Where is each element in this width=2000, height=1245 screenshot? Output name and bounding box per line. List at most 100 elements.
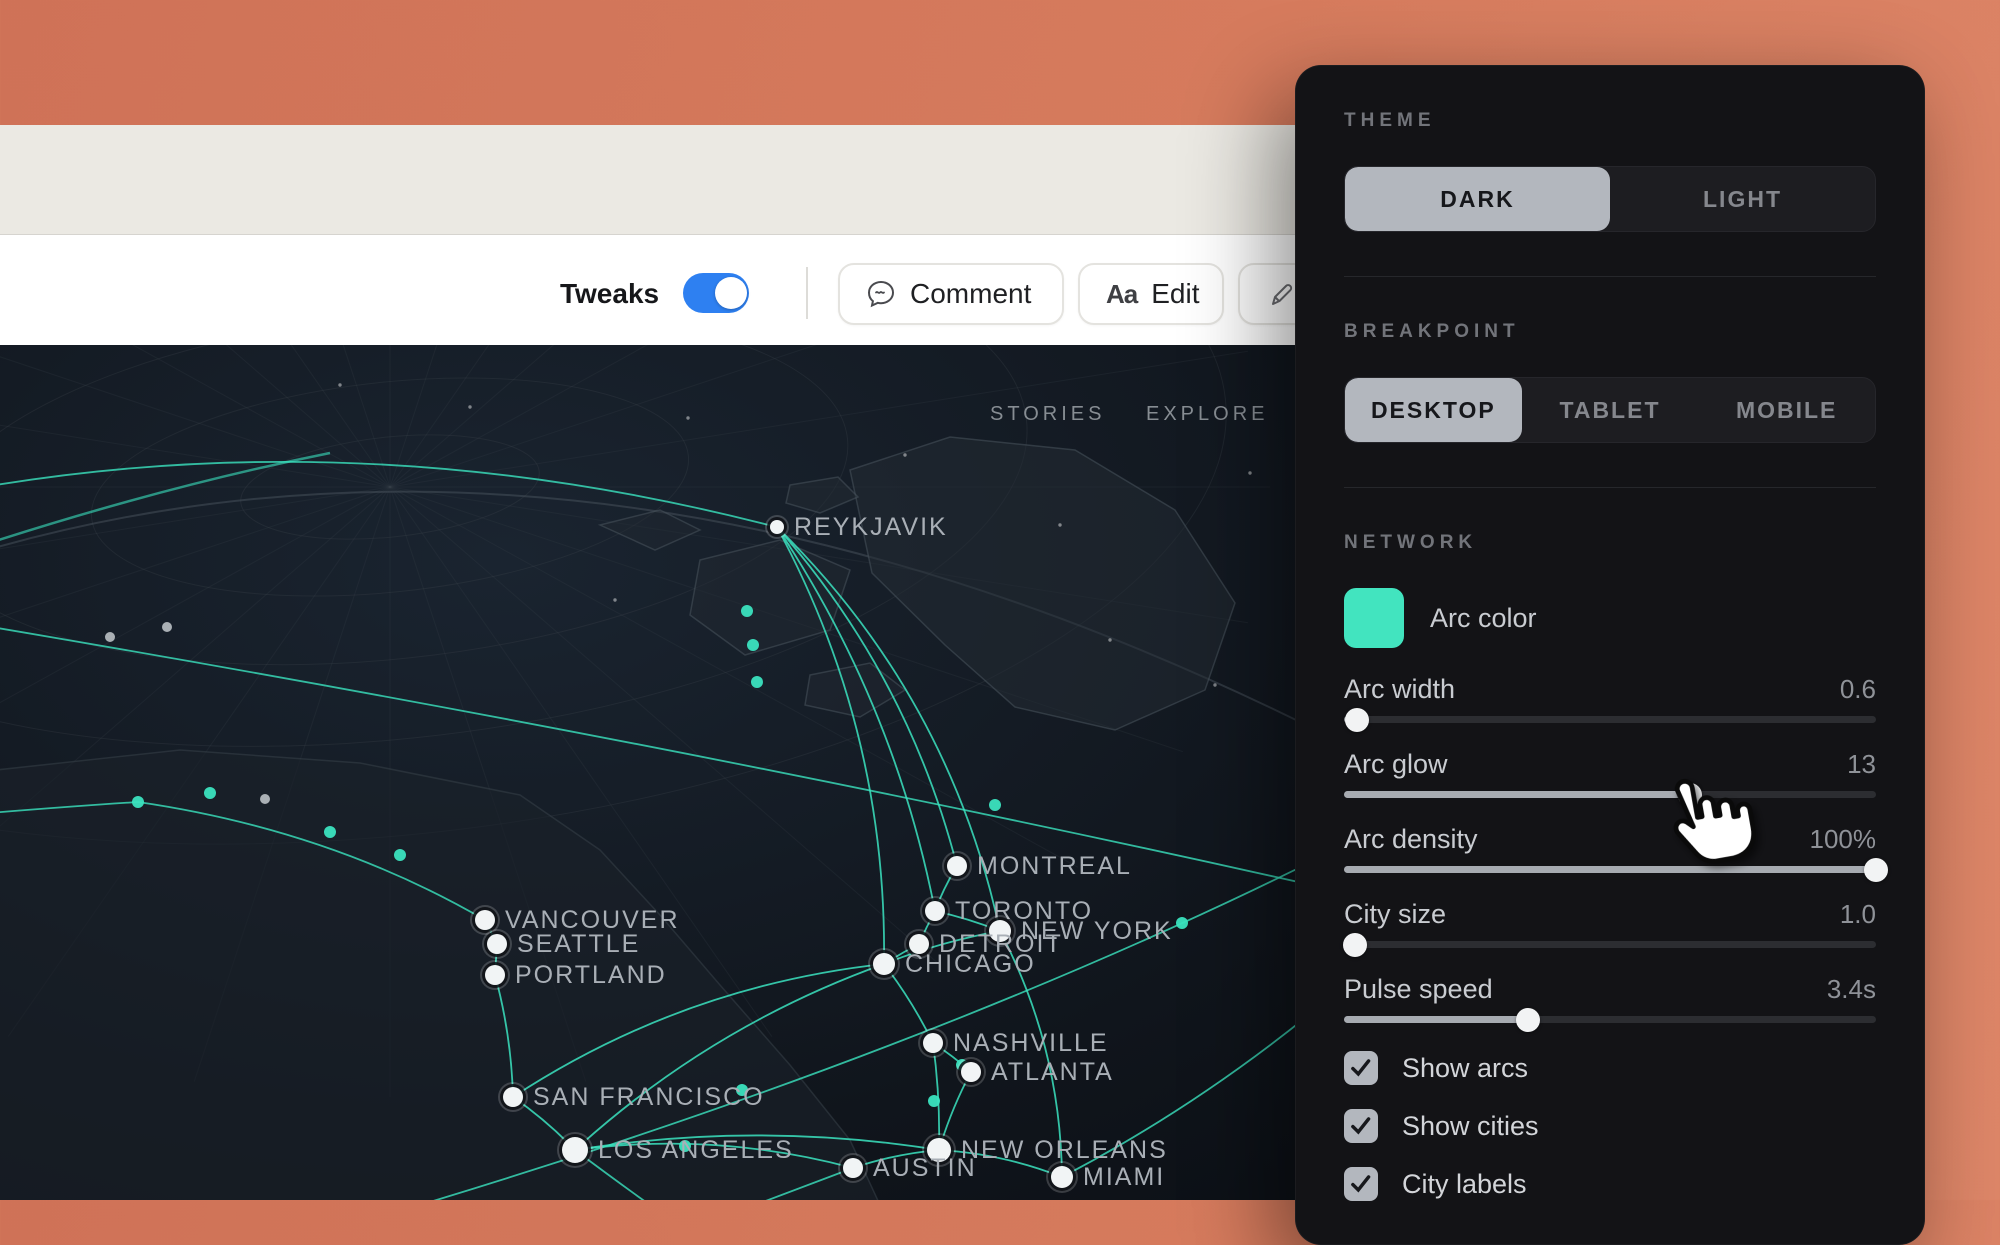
theme-segmented-control: DARK LIGHT <box>1344 166 1876 232</box>
slider-thumb-city-size[interactable] <box>1342 932 1367 957</box>
city-label-seattle: SEATTLE <box>517 930 641 958</box>
theme-option-dark[interactable]: DARK <box>1345 167 1610 231</box>
nav-item-stories[interactable]: STORIES <box>990 403 1105 426</box>
slider-value-arc-density: 100% <box>1809 824 1877 854</box>
city-label-portland: PORTLAND <box>515 961 667 989</box>
slider-value-arc-glow: 13 <box>1847 749 1876 779</box>
city-label-austin: AUSTIN <box>873 1154 977 1182</box>
slider-thumb-arc-width[interactable] <box>1345 707 1370 732</box>
slider-row-city-size: City size 1.0 <box>1342 899 1876 957</box>
slider-track-arc-width[interactable] <box>1344 707 1876 732</box>
slider-label-city-size: City size <box>1344 899 1447 929</box>
slider-track-pulse-speed[interactable] <box>1344 1007 1876 1032</box>
city-dot-vancouver[interactable] <box>475 910 495 930</box>
city-label-reykjavik: REYKJAVIK <box>794 513 948 541</box>
checkbox-row-city-labels[interactable]: City labels <box>1344 1167 1876 1201</box>
breakpoint-option-tablet[interactable]: TABLET <box>1522 378 1699 442</box>
checkmark-icon <box>1351 1175 1371 1193</box>
slider-row-arc-glow: Arc glow 13 <box>1344 749 1876 807</box>
checkbox-show-cities[interactable] <box>1344 1109 1378 1143</box>
arc-color-label: Arc color <box>1430 602 1537 633</box>
theme-section-label: THEME <box>1344 110 1436 131</box>
slider-label-arc-width: Arc width <box>1344 674 1456 704</box>
slider-head-arc-width: Arc width 0.6 <box>1344 674 1876 704</box>
slider-label-arc-glow: Arc glow <box>1344 749 1448 779</box>
city-label-los-angeles: LOS ANGELES <box>598 1136 794 1164</box>
breakpoint-segmented-control: DESKTOP TABLET MOBILE <box>1344 377 1876 443</box>
city-label-nashville: NASHVILLE <box>953 1029 1109 1057</box>
tweaks-label: Tweaks <box>560 278 660 309</box>
slider-row-pulse-speed: Pulse speed 3.4s <box>1344 974 1876 1032</box>
toolbar-divider <box>806 267 808 319</box>
breakpoint-option-mobile[interactable]: MOBILE <box>1698 378 1875 442</box>
city-label-atlanta: ATLANTA <box>991 1058 1114 1086</box>
slider-head-arc-density: Arc density 100% <box>1344 824 1876 854</box>
slider-track-arc-glow[interactable] <box>1344 782 1876 807</box>
city-dot-miami[interactable] <box>1051 1166 1073 1188</box>
slider-thumb-arc-density[interactable] <box>1864 857 1888 882</box>
checkbox-row-show-cities[interactable]: Show cities <box>1344 1109 1876 1143</box>
slider-fill-arc-glow <box>1344 791 1690 798</box>
city-dot-portland[interactable] <box>485 965 505 985</box>
city-dot-montreal[interactable] <box>947 856 967 876</box>
panel-divider <box>1344 487 1876 488</box>
city-label-montreal: MONTREAL <box>977 852 1132 880</box>
city-dot-toronto[interactable] <box>925 901 945 921</box>
comment-button-label: Comment <box>910 278 1032 309</box>
city-dot-reykjavik[interactable] <box>770 520 784 534</box>
checkbox-label-show-cities: Show cities <box>1402 1110 1539 1141</box>
edit-button-label: Edit <box>1151 278 1200 309</box>
slider-group: Arc width 0.6 Arc glow 13 Arc density 100% Cit… <box>1342 674 1888 1032</box>
tweaks-toggle[interactable] <box>683 273 749 313</box>
tweaks-panel: THEME DARK LIGHT BREAKPOINT DESKTOP TABLET… <box>1295 65 1925 1245</box>
slider-label-arc-density: Arc density <box>1344 824 1478 854</box>
slider-row-arc-width: Arc width 0.6 <box>1344 674 1876 732</box>
slider-value-city-size: 1.0 <box>1839 899 1876 929</box>
city-dot-chicago[interactable] <box>873 953 895 975</box>
arc-color-swatch[interactable] <box>1344 588 1404 648</box>
pencil-icon <box>1272 284 1293 305</box>
slider-thumb-pulse-speed[interactable] <box>1515 1007 1540 1032</box>
arc-color-row: Arc color <box>1344 588 1876 648</box>
checkbox-group: Show arcs Show cities City labels <box>1344 1051 1876 1201</box>
slider-value-arc-width: 0.6 <box>1839 674 1876 704</box>
city-label-new-orleans: NEW ORLEANS <box>961 1136 1168 1164</box>
comment-bubble-icon <box>867 280 895 308</box>
panel-divider <box>1344 276 1876 277</box>
slider-row-arc-density: Arc density 100% <box>1344 824 1888 882</box>
edit-button[interactable]: Aa Edit <box>1078 263 1224 325</box>
slider-head-city-size: City size 1.0 <box>1344 899 1876 929</box>
theme-option-light[interactable]: LIGHT <box>1610 167 1875 231</box>
city-dot-atlanta[interactable] <box>961 1062 981 1082</box>
hand-pointer-cursor <box>1673 778 1756 864</box>
checkbox-show-arcs[interactable] <box>1344 1051 1378 1085</box>
city-dot-nashville[interactable] <box>923 1033 943 1053</box>
slider-head-pulse-speed: Pulse speed 3.4s <box>1344 974 1876 1004</box>
checkmark-icon <box>1351 1059 1371 1077</box>
text-style-icon: Aa <box>1106 278 1138 309</box>
toggle-knob <box>715 277 747 309</box>
slider-fill-pulse-speed <box>1344 1016 1528 1023</box>
city-dot-san-francisco[interactable] <box>503 1087 523 1107</box>
slider-value-pulse-speed: 3.4s <box>1826 974 1876 1004</box>
checkmark-icon <box>1351 1117 1371 1135</box>
slider-track-city-size[interactable] <box>1342 932 1876 957</box>
checkbox-label-city-labels: City labels <box>1402 1168 1527 1199</box>
nav-item-explore[interactable]: EXPLORE <box>1146 403 1268 426</box>
slider-track-arc-density[interactable] <box>1344 857 1888 882</box>
slider-fill-arc-density <box>1344 866 1876 873</box>
city-label-miami: MIAMI <box>1083 1163 1166 1191</box>
city-dot-los-angeles[interactable] <box>562 1137 588 1163</box>
network-section-label: NETWORK <box>1344 532 1478 553</box>
checkbox-city-labels[interactable] <box>1344 1167 1378 1201</box>
checkbox-row-show-arcs[interactable]: Show arcs <box>1344 1051 1876 1085</box>
city-label-chicago: CHICAGO <box>905 950 1036 978</box>
comment-button[interactable]: Comment <box>838 263 1064 325</box>
breakpoint-section-label: BREAKPOINT <box>1344 321 1520 342</box>
city-dot-austin[interactable] <box>843 1158 863 1178</box>
city-label-san-francisco: SAN FRANCISCO <box>533 1083 765 1111</box>
breakpoint-option-desktop[interactable]: DESKTOP <box>1345 378 1522 442</box>
city-dot-seattle[interactable] <box>487 934 507 954</box>
slider-head-arc-glow: Arc glow 13 <box>1344 749 1876 779</box>
checkbox-label-show-arcs: Show arcs <box>1402 1052 1529 1083</box>
